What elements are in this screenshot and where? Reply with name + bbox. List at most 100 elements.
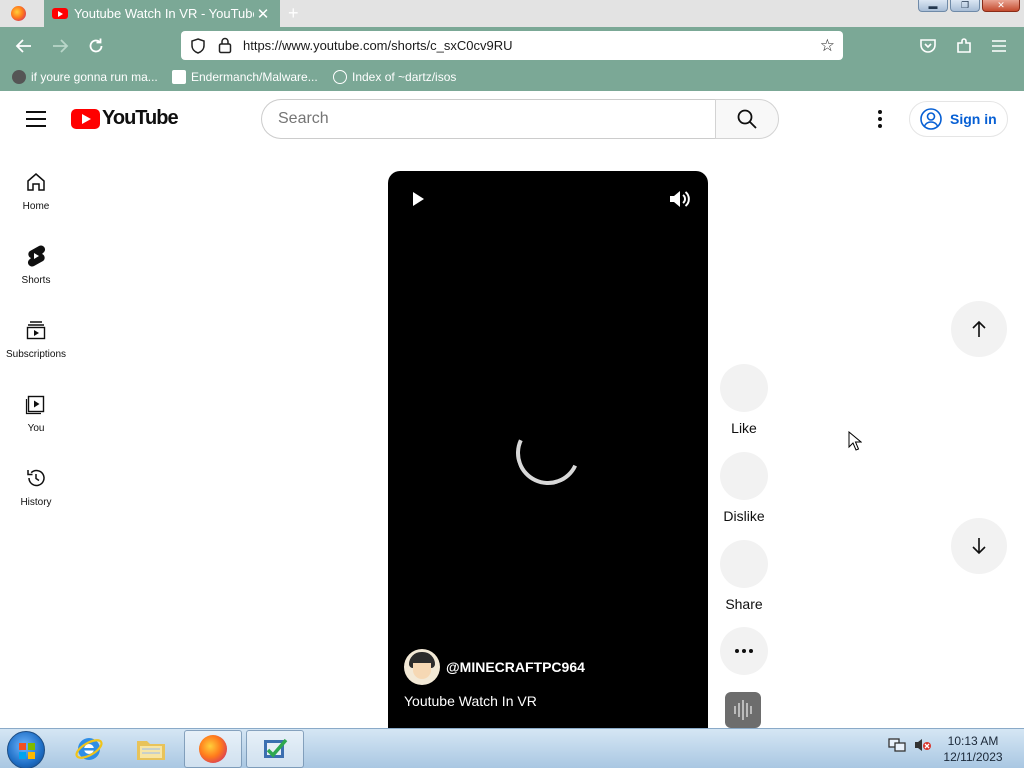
bookmark-label: if youre gonna run ma... [31, 70, 158, 84]
taskbar-firefox[interactable] [184, 730, 242, 768]
share-button[interactable]: Share [720, 540, 768, 612]
search-icon [737, 109, 757, 129]
search-box [261, 99, 716, 139]
settings-menu-button[interactable] [868, 107, 892, 131]
like-button[interactable]: Like [720, 364, 768, 436]
sidebar-label: Subscriptions [5, 349, 67, 360]
account-icon [920, 108, 942, 130]
youtube-logo[interactable]: YouTube [71, 107, 179, 130]
previous-short-button[interactable] [951, 301, 1007, 357]
tracking-shield-icon[interactable] [190, 38, 206, 54]
next-short-button[interactable] [951, 518, 1007, 574]
sidebar-item-you[interactable]: You [0, 386, 72, 456]
start-button[interactable] [7, 731, 45, 768]
sign-in-label: Sign in [950, 111, 997, 127]
taskbar: 10:13 AM 12/11/2023 [0, 728, 1024, 768]
mouse-cursor-icon [848, 431, 862, 451]
shorts-icon [24, 244, 48, 268]
maximize-button[interactable]: ❐ [950, 0, 980, 12]
more-actions-button[interactable] [720, 627, 768, 675]
minimize-button[interactable]: ▬ [918, 0, 948, 12]
volume-icon[interactable] [668, 188, 692, 210]
video-title: Youtube Watch In VR [404, 693, 537, 709]
window-controls: ▬ ❐ ✕ [918, 0, 1020, 13]
github-favicon-icon [172, 70, 186, 84]
system-tray [888, 737, 932, 753]
share-label: Share [725, 596, 763, 612]
navigation-toolbar: https://www.youtube.com/shorts/c_sxC0cv9… [0, 27, 1024, 65]
network-icon[interactable] [888, 737, 906, 753]
system-clock[interactable]: 10:13 AM 12/11/2023 [938, 733, 1008, 765]
checklist-app-icon [264, 738, 288, 758]
close-window-button[interactable]: ✕ [982, 0, 1020, 12]
url-text[interactable]: https://www.youtube.com/shorts/c_sxC0cv9… [243, 38, 513, 53]
tab-close-icon[interactable]: ✕ [254, 5, 272, 23]
sidebar-label: Shorts [21, 275, 51, 286]
app-menu-icon[interactable] [988, 35, 1010, 57]
subscriptions-icon [24, 318, 48, 342]
youtube-logo-text: YouTube [102, 107, 179, 129]
reload-icon[interactable] [85, 35, 107, 57]
extensions-icon[interactable] [953, 35, 975, 57]
youtube-logo-icon [71, 108, 100, 129]
more-horizontal-icon[interactable] [720, 627, 768, 675]
sidebar-item-subscriptions[interactable]: Subscriptions [0, 312, 72, 382]
bookmark-label: Endermanch/Malware... [191, 70, 318, 84]
pocket-icon[interactable] [917, 35, 939, 57]
sign-in-button[interactable]: Sign in [909, 101, 1008, 137]
bookmark-item[interactable]: if youre gonna run ma... [12, 70, 158, 84]
clock-date: 12/11/2023 [943, 750, 1003, 764]
sidebar-label: You [27, 423, 45, 434]
firefox-icon [10, 6, 26, 21]
folder-icon [137, 741, 165, 760]
channel-info[interactable]: @MINECRAFTPC964 [404, 649, 585, 685]
bookmark-star-icon[interactable]: ☆ [820, 36, 835, 56]
new-tab-button[interactable]: + [288, 3, 299, 24]
dislike-label: Dislike [723, 508, 765, 524]
channel-avatar[interactable] [404, 649, 440, 685]
bookmark-item[interactable]: Index of ~dartz/isos [333, 70, 456, 84]
guide-menu-button[interactable] [26, 111, 46, 127]
taskbar-internet-explorer[interactable] [60, 730, 118, 768]
history-icon [24, 466, 48, 490]
forward-icon[interactable] [49, 35, 71, 57]
clock-time: 10:13 AM [947, 734, 999, 748]
windows-logo-icon [19, 743, 35, 759]
sidebar-item-shorts[interactable]: Shorts [0, 238, 72, 308]
sound-remix-button[interactable] [725, 692, 761, 728]
lock-icon[interactable] [218, 37, 232, 54]
loading-spinner [506, 411, 590, 495]
dislike-button[interactable]: Dislike [720, 452, 768, 524]
arrow-down-icon [972, 538, 986, 555]
sidebar-item-home[interactable]: Home [0, 164, 72, 234]
dislike-icon[interactable] [720, 452, 768, 500]
browser-tab[interactable]: Youtube Watch In VR - YouTube ✕ [44, 0, 280, 27]
address-bar[interactable]: https://www.youtube.com/shorts/c_sxC0cv9… [181, 31, 843, 60]
sidebar-label: History [20, 497, 52, 508]
sidebar-item-history[interactable]: History [0, 460, 72, 530]
volume-muted-icon[interactable] [914, 737, 932, 753]
youtube-favicon-icon [52, 8, 68, 19]
share-icon[interactable] [720, 540, 768, 588]
search-button[interactable] [715, 99, 779, 139]
play-icon[interactable] [408, 189, 428, 209]
home-icon [24, 170, 48, 194]
like-icon[interactable] [720, 364, 768, 412]
channel-name[interactable]: @MINECRAFTPC964 [446, 659, 585, 675]
tab-title: Youtube Watch In VR - YouTube [74, 6, 254, 21]
bookmark-favicon-icon [12, 70, 26, 84]
firefox-icon [199, 735, 227, 763]
firefox-menu-button[interactable] [0, 0, 36, 27]
you-icon [24, 392, 48, 416]
taskbar-file-explorer[interactable] [122, 730, 180, 768]
bookmark-label: Index of ~dartz/isos [352, 70, 457, 84]
back-icon[interactable] [13, 35, 35, 57]
arrow-up-icon [972, 320, 986, 337]
search-input[interactable] [262, 100, 716, 138]
shorts-player[interactable]: @MINECRAFTPC964 Youtube Watch In VR [388, 171, 708, 731]
sidebar-label: Home [22, 201, 50, 212]
bookmark-item[interactable]: Endermanch/Malware... [172, 70, 318, 84]
tab-bar: Youtube Watch In VR - YouTube ✕ + ▬ ❐ ✕ [0, 0, 1024, 27]
taskbar-app[interactable] [246, 730, 304, 768]
globe-icon [333, 70, 347, 84]
